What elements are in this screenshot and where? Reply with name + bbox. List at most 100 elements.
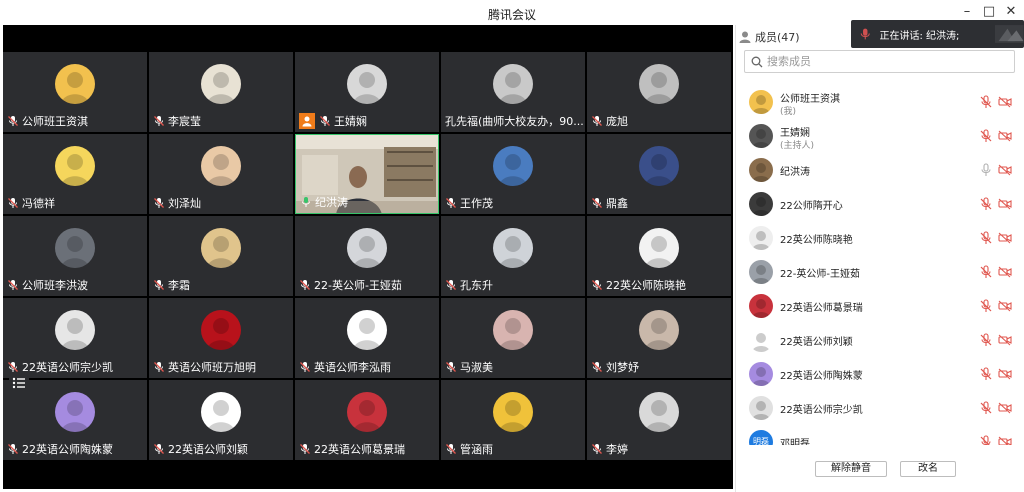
participant-tile[interactable]: 刘泽灿 [149, 134, 293, 214]
participant-avatar [347, 392, 387, 432]
participant-tile[interactable]: 22-英公师-王娅茹 [295, 216, 439, 296]
participant-tile[interactable]: 22英语公师陶姝蒙 [3, 380, 147, 460]
close-button[interactable]: ✕ [1000, 3, 1022, 21]
participant-tile[interactable]: 冯德祥 [3, 134, 147, 214]
participant-tile[interactable]: 孔东升 [441, 216, 585, 296]
mic-muted-icon[interactable] [979, 265, 993, 279]
mic-muted-icon[interactable] [979, 333, 993, 347]
camera-off-icon[interactable] [998, 164, 1012, 176]
search-box[interactable] [744, 50, 1015, 73]
participant-label: 22英语公师葛景瑞 [299, 441, 405, 457]
participant-avatar [55, 310, 95, 350]
participant-tile[interactable]: 李宸莹 [149, 52, 293, 132]
mic-muted-icon[interactable] [979, 299, 993, 313]
participant-tile[interactable]: 李婷 [587, 380, 731, 460]
participant-avatar [639, 392, 679, 432]
rename-button[interactable]: 改名 [900, 461, 956, 477]
participant-name: 庞旭 [606, 115, 628, 128]
camera-off-icon[interactable] [998, 334, 1012, 346]
participant-label: 22英语公师陶姝蒙 [7, 441, 113, 457]
participant-tile[interactable]: 刘梦妤 [587, 298, 731, 378]
camera-off-icon[interactable] [998, 232, 1012, 244]
participant-tile[interactable]: 王作茂 [441, 134, 585, 214]
member-name: 22英语公师宗少凯 [780, 405, 863, 416]
participant-avatar [55, 392, 95, 432]
members-count: 成员(47) [755, 31, 800, 44]
participant-tile[interactable]: 22英语公师宗少凯 [3, 298, 147, 378]
member-row[interactable]: 公师班王资淇 (我) [736, 85, 1024, 119]
participant-name: 纪洪涛 [315, 196, 348, 209]
participant-tile[interactable]: 王婧娴 [295, 52, 439, 132]
member-row[interactable]: 22-英公师-王娅茹 [736, 255, 1024, 289]
camera-off-icon[interactable] [998, 96, 1012, 108]
participant-label: 孔先福(曲师大校友办，90... [445, 113, 584, 129]
participant-avatar [639, 228, 679, 268]
participant-avatar [639, 146, 679, 186]
participant-tile[interactable]: 公师班王资淇 [3, 52, 147, 132]
participant-tile[interactable]: 鼎鑫 [587, 134, 731, 214]
member-row[interactable]: 22英语公师宗少凯 [736, 391, 1024, 425]
participant-avatar [493, 146, 533, 186]
camera-off-icon[interactable] [998, 300, 1012, 312]
participant-avatar [639, 64, 679, 104]
participant-tile[interactable]: 李霜 [149, 216, 293, 296]
camera-off-icon[interactable] [998, 402, 1012, 414]
search-input[interactable] [767, 55, 997, 68]
member-row[interactable]: 王婧娴 (主持人) [736, 119, 1024, 153]
participant-tile[interactable]: 22英语公师刘颖 [149, 380, 293, 460]
mic-muted-icon [154, 198, 164, 208]
mic-muted-icon [8, 198, 18, 208]
unmute-button[interactable]: 解除静音 [815, 461, 887, 477]
member-name: 22英语公师刘颖 [780, 337, 853, 348]
camera-off-icon[interactable] [998, 130, 1012, 142]
mic-muted-icon[interactable] [979, 197, 993, 211]
minimize-button[interactable]: – [956, 3, 978, 21]
mic-muted-icon[interactable] [979, 367, 993, 381]
participant-tile[interactable]: 纪洪涛 [295, 134, 439, 214]
camera-off-icon[interactable] [998, 436, 1012, 445]
member-row[interactable]: 邓明磊 明磊 [736, 425, 1024, 445]
member-name: 纪洪涛 [780, 167, 810, 178]
member-row[interactable]: 22英公师陈晓艳 [736, 221, 1024, 255]
maximize-button[interactable]: □ [978, 3, 1000, 21]
participant-label: 管涵雨 [445, 441, 493, 457]
participant-tile[interactable]: 马淑美 [441, 298, 585, 378]
member-row[interactable]: 纪洪涛 [736, 153, 1024, 187]
mic-muted-icon [320, 116, 330, 126]
mic-muted-icon[interactable] [979, 401, 993, 415]
mic-muted-icon[interactable] [979, 95, 993, 109]
list-view-icon[interactable] [9, 375, 29, 391]
participant-name: 22英公师陈晓艳 [606, 279, 686, 292]
camera-off-icon[interactable] [998, 266, 1012, 278]
participant-tile[interactable]: 孔先福(曲师大校友办，90... [441, 52, 585, 132]
member-row[interactable]: 22英语公师陶姝蒙 [736, 357, 1024, 391]
participant-tile[interactable]: 公师班李洪波 [3, 216, 147, 296]
mic-muted-icon [8, 444, 18, 454]
participant-tile[interactable]: 英语公师李泓雨 [295, 298, 439, 378]
member-row[interactable]: 22英语公师刘颖 [736, 323, 1024, 357]
participant-avatar [493, 392, 533, 432]
mic-muted-icon [154, 444, 164, 454]
participant-name: 马淑美 [460, 361, 493, 374]
participant-tile[interactable]: 英语公师班万旭明 [149, 298, 293, 378]
participant-tile[interactable]: 庞旭 [587, 52, 731, 132]
mic-muted-icon[interactable] [979, 129, 993, 143]
mic-muted-icon [300, 444, 310, 454]
person-icon [739, 31, 751, 43]
panel-footer: 解除静音 改名 [736, 455, 1024, 492]
member-row[interactable]: 22公师隋开心 [736, 187, 1024, 221]
mic-icon[interactable] [979, 163, 993, 177]
participant-tile[interactable]: 管涵雨 [441, 380, 585, 460]
mic-muted-icon[interactable] [979, 435, 993, 445]
camera-off-icon[interactable] [998, 368, 1012, 380]
participant-tile[interactable]: 22英语公师葛景瑞 [295, 380, 439, 460]
participant-avatar [201, 392, 241, 432]
participant-tile[interactable]: 22英公师陈晓艳 [587, 216, 731, 296]
participant-label: 李宸莹 [153, 113, 201, 129]
member-avatar [749, 158, 773, 182]
mic-muted-icon [592, 444, 602, 454]
member-row[interactable]: 22英语公师葛景瑞 [736, 289, 1024, 323]
camera-off-icon[interactable] [998, 198, 1012, 210]
video-grid: 公师班王资淇 李宸莹 王婧娴 孔先福(曲师大校友办，90... 庞旭冯德祥 刘泽灿 纪洪涛 王… [3, 52, 733, 462]
mic-muted-icon[interactable] [979, 231, 993, 245]
